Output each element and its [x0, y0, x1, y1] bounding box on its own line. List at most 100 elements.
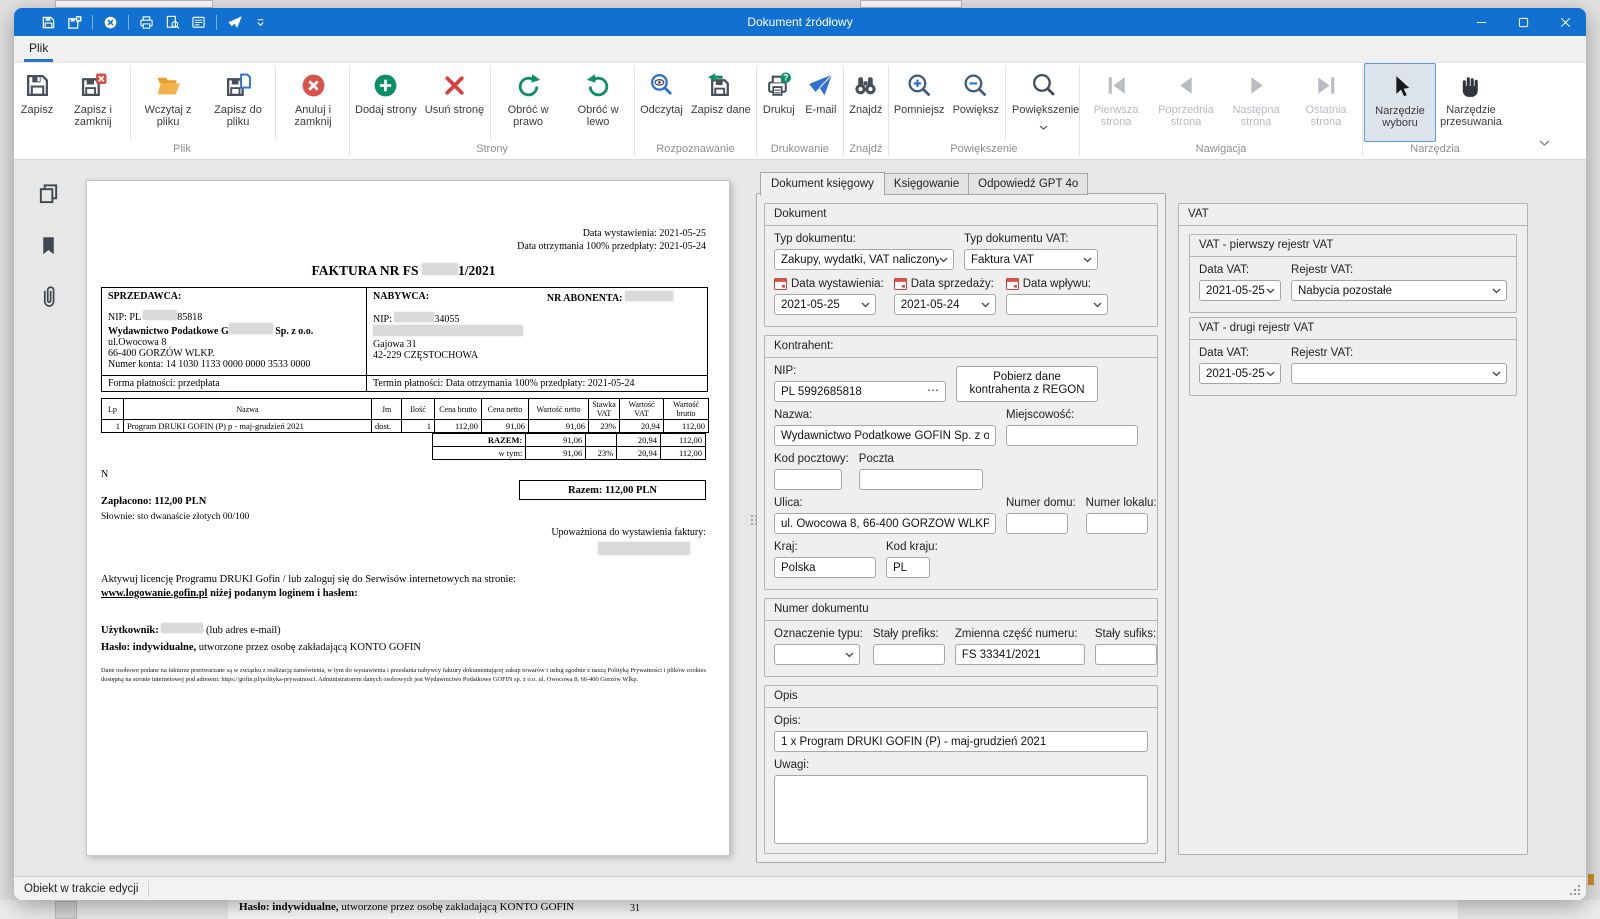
- nip-more-button[interactable]: ⋯: [927, 383, 940, 397]
- seller-nip-suffix: 85818: [177, 312, 202, 323]
- ribbon-button-obroc-w-lewo[interactable]: Obróć w lewo: [563, 63, 633, 142]
- resize-grip[interactable]: [1567, 882, 1580, 895]
- vat-data-label: Data VAT:: [1199, 264, 1281, 276]
- chevron-down-icon: [1266, 371, 1275, 377]
- print-preview-icon[interactable]: [164, 14, 181, 31]
- buyer-cell: NABYWCA: NR ABONENTA: NIP: 34055 Gajowa …: [367, 288, 708, 376]
- ribbon-button-dodaj-strony[interactable]: Dodaj strony: [351, 63, 421, 142]
- ribbon-button-znajdz[interactable]: Znajdź: [845, 63, 887, 142]
- save-icon[interactable]: [40, 14, 57, 31]
- maximize-button[interactable]: [1502, 8, 1544, 36]
- nip-input[interactable]: [774, 381, 946, 402]
- ribbon-button-powiekszenie[interactable]: Powiększenie: [1008, 63, 1078, 142]
- ribbon-separator: [1005, 66, 1006, 139]
- zmienna-czesc-input[interactable]: [955, 644, 1085, 665]
- ribbon-button-label: Zapisz: [21, 104, 53, 116]
- ulica-input[interactable]: [774, 513, 996, 534]
- user-line: Użytkownik: (lub adres e-mail): [101, 623, 706, 636]
- tab-dokument-ksiegowy[interactable]: Dokument księgowy: [760, 172, 885, 196]
- document-page[interactable]: Data wystawienia: 2021-05-25 Data otrzym…: [86, 180, 730, 856]
- ribbon-button-narzedzie-przesuwania[interactable]: Narzędzie przesuwania: [1436, 63, 1506, 142]
- nazwa-input[interactable]: [774, 425, 996, 446]
- ribbon-button-pierwsza-strona[interactable]: Pierwsza strona: [1081, 63, 1151, 142]
- close-button[interactable]: [1544, 8, 1586, 36]
- seller-nip-prefix: NIP: PL: [108, 312, 141, 323]
- miejscowosc-input[interactable]: [1006, 425, 1138, 446]
- ribbon-button-zapisz-dane[interactable]: Zapisz dane: [687, 63, 755, 142]
- ribbon-button-zapisz[interactable]: Zapisz: [16, 63, 58, 142]
- ribbon-button-anuluj-i-zamknij[interactable]: Anuluj i zamknij: [278, 63, 348, 142]
- ribbon-button-odczytaj[interactable]: Odczytaj: [636, 63, 687, 142]
- staly-sufiks-input[interactable]: [1095, 644, 1157, 665]
- numer-lokalu-input[interactable]: [1086, 513, 1148, 534]
- ribbon-group-separator: [634, 66, 635, 156]
- cell-wartosc-netto: 91,06: [529, 420, 589, 433]
- minimize-button[interactable]: [1460, 8, 1502, 36]
- poczta-input[interactable]: [859, 469, 983, 490]
- ribbon-button-ostatnia-strona[interactable]: Ostatnia strona: [1291, 63, 1361, 142]
- regon-fetch-button[interactable]: Pobierz dane kontrahenta z REGON: [956, 366, 1098, 402]
- typ-dokumentu-vat-select[interactable]: Faktura VAT: [964, 249, 1098, 270]
- ribbon-group-znajdz: Znajdź Znajdź: [845, 63, 887, 159]
- kod-pocztowy-input[interactable]: [774, 469, 842, 490]
- typ-dokumentu-select[interactable]: Zakupy, wydatki, VAT naliczony: [774, 249, 954, 270]
- vat-second-rejestr-select[interactable]: [1291, 363, 1507, 384]
- activation-line2: www.logowanie.gofin.pl niżej podanym log…: [101, 587, 706, 601]
- ribbon-button-usun-strone[interactable]: Usuń stronę: [421, 63, 488, 142]
- kraj-input[interactable]: [774, 557, 876, 578]
- vat-first-rejestr-select[interactable]: Nabycia pozostałe: [1291, 280, 1507, 301]
- pdf-export-icon[interactable]: [190, 14, 207, 31]
- customize-toolbar-chevron-icon[interactable]: [252, 14, 269, 31]
- section-title: Numer dokumentu: [765, 599, 1157, 621]
- numer-domu-input[interactable]: [1006, 513, 1068, 534]
- oznaczenie-typu-select[interactable]: [774, 644, 860, 665]
- save-data-icon: [707, 69, 734, 101]
- ribbon-collapse-chevron-icon[interactable]: [1539, 133, 1550, 151]
- tab-ksiegowanie[interactable]: Księgowanie: [885, 173, 969, 195]
- kod-kraju-input[interactable]: [886, 557, 930, 578]
- buyer-abonent: NR ABONENTA:: [547, 291, 701, 304]
- ribbon-button-label: Znajdź: [849, 104, 882, 116]
- print-icon[interactable]: [138, 14, 155, 31]
- data-wplywu-select[interactable]: [1006, 294, 1108, 315]
- tab-plik[interactable]: Plik: [24, 37, 53, 62]
- cell-nazwa: Program DRUKI GOFIN (P) p - maj-grudzień…: [124, 420, 372, 433]
- ribbon-button-powieksz[interactable]: Powiększ: [949, 63, 1003, 142]
- save-close-icon[interactable]: [66, 14, 83, 31]
- zoom-icon: [1030, 69, 1057, 101]
- cancel-circle-icon: [300, 69, 327, 101]
- uwagi-textarea[interactable]: [774, 775, 1148, 844]
- pages-icon[interactable]: [35, 180, 61, 206]
- cancel-icon[interactable]: [102, 14, 119, 31]
- ribbon-button-poprzednia-strona[interactable]: Poprzednia strona: [1151, 63, 1221, 142]
- ribbon-group-separator: [1362, 66, 1363, 156]
- ribbon-button-narzedzie-wyboru[interactable]: Narzędzie wyboru: [1364, 63, 1436, 142]
- ribbon-button-zapisz-do-pliku[interactable]: Zapisz do pliku: [203, 63, 273, 142]
- data-wystawienia-label: Data wystawienia:: [774, 277, 884, 290]
- ribbon-button-drukuj[interactable]: ? Drukuj: [758, 63, 800, 142]
- ribbon-button-wczytaj-z-pliku[interactable]: Wczytaj z pliku: [133, 63, 203, 142]
- previous-page-icon: [1173, 69, 1200, 101]
- ribbon-button-email[interactable]: E-mail: [800, 63, 842, 142]
- send-email-icon[interactable]: [226, 14, 243, 31]
- data-wystawienia-select[interactable]: 2021-05-25: [774, 294, 876, 315]
- chevron-down-icon: [939, 257, 948, 263]
- ribbon-button-nastepna-strona[interactable]: Następna strona: [1221, 63, 1291, 142]
- vat-first-data-select[interactable]: 2021-05-25: [1199, 280, 1281, 301]
- seller-nip: NIP: PL 85818: [108, 310, 360, 323]
- open-folder-icon: [155, 69, 182, 101]
- vat-second-data-select[interactable]: 2021-05-25: [1199, 363, 1281, 384]
- ribbon-button-obroc-w-prawo[interactable]: Obróć w prawo: [493, 63, 563, 142]
- ribbon-button-pomniejsz[interactable]: Pomniejsz: [890, 63, 949, 142]
- staly-prefiks-input[interactable]: [873, 644, 945, 665]
- bookmark-icon[interactable]: [35, 232, 61, 258]
- paid-amount: Zapłacono: 112,00 PLN: [101, 496, 206, 507]
- ribbon: Zapisz Zapisz i zamknij Wczytaj z pliku …: [14, 63, 1586, 160]
- data-sprzedazy-select[interactable]: 2021-05-24: [894, 294, 996, 315]
- miejscowosc-label: Miejscowość:: [1006, 409, 1138, 421]
- delete-x-icon: [441, 69, 468, 101]
- paperclip-icon[interactable]: [35, 284, 61, 310]
- tab-odpowiedz-gpt[interactable]: Odpowiedź GPT 4o: [969, 173, 1088, 195]
- ribbon-button-zapisz-i-zamknij[interactable]: Zapisz i zamknij: [58, 63, 128, 142]
- opis-input[interactable]: [774, 731, 1148, 752]
